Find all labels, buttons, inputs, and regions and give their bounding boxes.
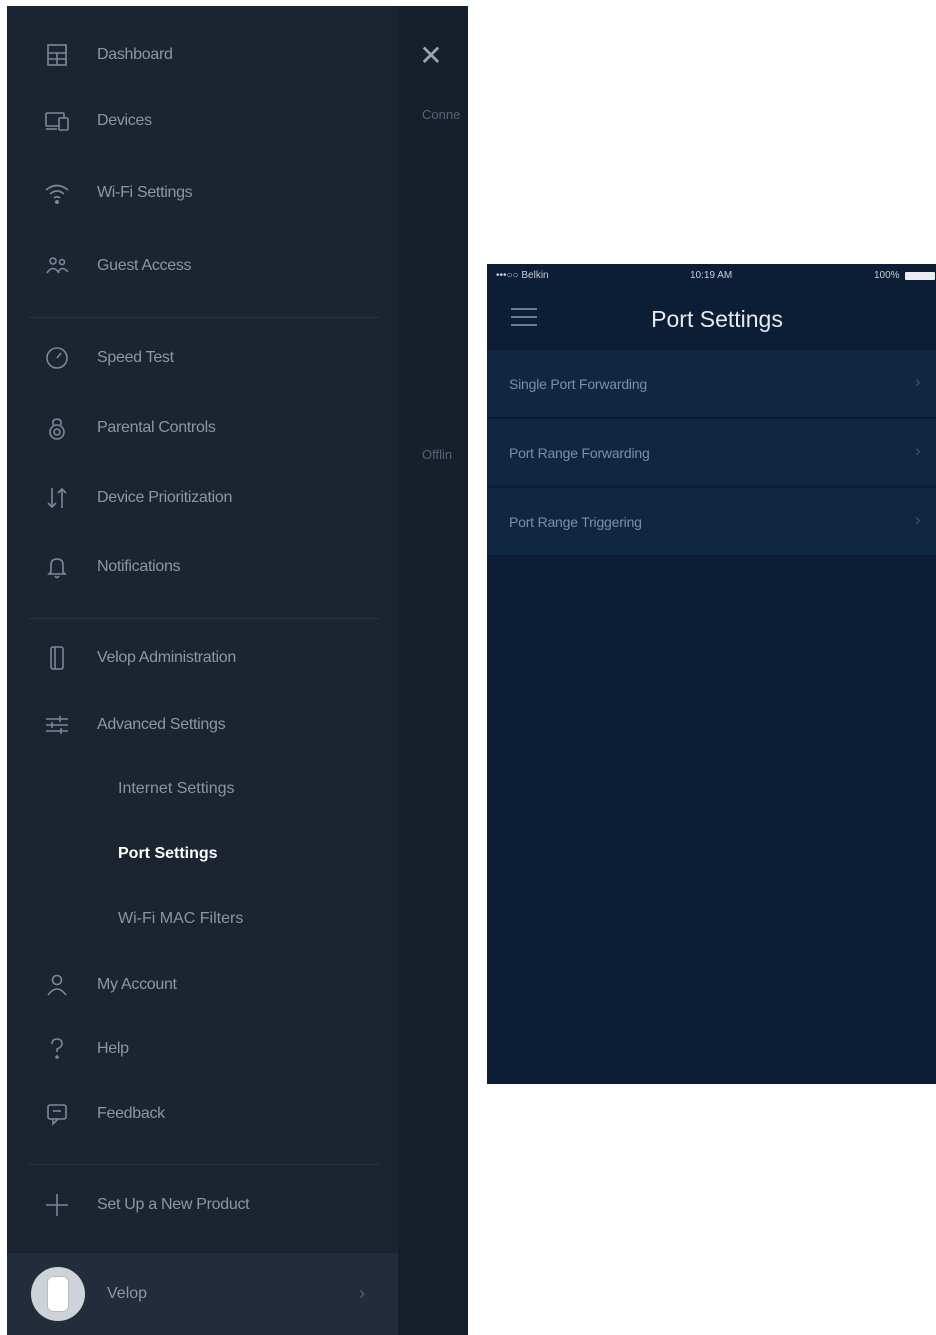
menu-item-dashboard[interactable]: Dashboard [7, 30, 398, 80]
menu-label: My Account [97, 976, 177, 993]
menu-item-parental-controls[interactable]: Parental Controls [7, 403, 398, 453]
menu-label: Set Up a New Product [97, 1196, 250, 1213]
close-icon[interactable]: ✕ [417, 42, 445, 70]
list-item-port-range-triggering[interactable]: Port Range Triggering › [487, 488, 936, 556]
offline-section-label: Offlin [422, 447, 453, 462]
menu-label: Dashboard [97, 46, 173, 63]
status-bar: •••○○ Belkin 10:19 AM 100% [487, 264, 936, 286]
submenu-item-wifi-mac-filters[interactable]: Wi-Fi MAC Filters [118, 910, 243, 928]
battery-percent: 100% [874, 270, 900, 281]
menu-label: Speed Test [97, 349, 174, 366]
menu-item-help[interactable]: Help [7, 1024, 398, 1074]
list-item-label: Single Port Forwarding [509, 376, 647, 392]
feedback-icon [39, 1096, 75, 1132]
menu-label: Feedback [97, 1105, 165, 1122]
list-item-port-range-forwarding[interactable]: Port Range Forwarding › [487, 419, 936, 487]
chevron-right-icon: › [915, 510, 921, 529]
side-menu: Dashboard Devices Wi-Fi Settings Guest A… [7, 6, 398, 1335]
menu-divider [29, 1164, 379, 1165]
list-item-single-port-forwarding[interactable]: Single Port Forwarding › [487, 350, 936, 418]
submenu-item-port-settings[interactable]: Port Settings [118, 845, 218, 863]
avatar [31, 1267, 85, 1321]
menu-label: Help [97, 1040, 129, 1057]
devices-icon [39, 103, 75, 139]
person-icon [39, 967, 75, 1003]
menu-screen: Conne Offlin ✕ Dashboard Devices Wi-Fi S… [7, 6, 468, 1335]
menu-item-set-up-new-product[interactable]: Set Up a New Product [7, 1180, 398, 1230]
list-item-label: Port Range Triggering [509, 514, 642, 530]
menu-item-my-account[interactable]: My Account [7, 960, 398, 1010]
wifi-icon [39, 175, 75, 211]
sliders-icon [39, 707, 75, 743]
guest-access-icon [39, 248, 75, 284]
battery-icon [905, 272, 935, 280]
list-item-label: Port Range Forwarding [509, 445, 650, 461]
menu-label: Advanced Settings [97, 716, 226, 733]
menu-label: Guest Access [97, 257, 192, 274]
menu-item-wifi-settings[interactable]: Wi-Fi Settings [7, 168, 398, 218]
menu-item-devices[interactable]: Devices [7, 96, 398, 146]
page-title: Port Settings [651, 306, 783, 332]
node-icon [39, 640, 75, 676]
bell-icon [39, 549, 75, 585]
clock-text: 10:19 AM [690, 270, 733, 281]
menu-item-notifications[interactable]: Notifications [7, 542, 398, 592]
menu-label: Notifications [97, 558, 181, 575]
carrier-text: •••○○ Belkin [496, 270, 549, 281]
port-settings-screen: •••○○ Belkin 10:19 AM 100% Port Settings… [487, 264, 936, 1084]
chevron-right-icon: › [915, 372, 921, 391]
menu-label: Devices [97, 112, 152, 129]
menu-label: Parental Controls [97, 419, 216, 436]
menu-divider [29, 618, 379, 619]
menu-item-guest-access[interactable]: Guest Access [7, 241, 398, 291]
chevron-right-icon: › [359, 1283, 365, 1303]
submenu-item-internet-settings[interactable]: Internet Settings [118, 780, 235, 798]
menu-label: Velop Administration [97, 649, 236, 666]
account-switcher[interactable]: Velop › [7, 1253, 398, 1335]
connected-section-label: Conne [422, 107, 461, 122]
prioritization-arrows-icon [39, 480, 75, 516]
menu-divider [29, 317, 379, 318]
speedometer-icon [39, 340, 75, 376]
account-name: Velop [107, 1285, 148, 1302]
menu-label: Device Prioritization [97, 489, 233, 506]
velop-node-icon [47, 1276, 69, 1312]
menu-item-feedback[interactable]: Feedback [7, 1089, 398, 1139]
menu-item-speed-test[interactable]: Speed Test [7, 333, 398, 383]
question-icon [39, 1031, 75, 1067]
menu-item-velop-administration[interactable]: Velop Administration [7, 633, 398, 683]
plus-icon [39, 1187, 75, 1223]
screenshot-stage: Conne Offlin ✕ Dashboard Devices Wi-Fi S… [0, 0, 936, 1335]
menu-item-advanced-settings[interactable]: Advanced Settings [7, 700, 398, 750]
menu-item-device-prioritization[interactable]: Device Prioritization [7, 473, 398, 523]
parental-controls-icon [39, 410, 75, 446]
dashboard-icon [39, 37, 75, 73]
chevron-right-icon: › [915, 441, 921, 460]
menu-label: Wi-Fi Settings [97, 184, 193, 201]
underlying-device-list [398, 6, 468, 1335]
